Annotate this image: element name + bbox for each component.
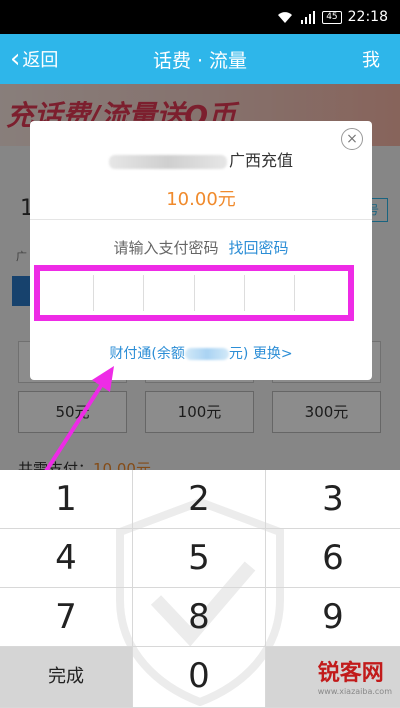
password-digit-cell [244,275,295,311]
payment-method-suffix: 元) [228,346,249,362]
payment-password-dialog: × 广西充值 10.00元 请输入支付密码 找回密码 财付通(余额 元) 更换> [30,121,372,380]
password-digit-cell [194,275,245,311]
password-prompt-row: 请输入支付密码 找回密码 [30,237,372,258]
app-header: ‹ 返回 话费 · 流量 我 [0,34,400,84]
payment-method-prefix: 财付通(余额 [109,346,185,362]
chevron-left-icon: ‹ [10,44,21,74]
password-digit-cell [44,275,95,311]
merchant-row: 广西充值 [30,147,372,171]
password-prompt: 请输入支付密码 [113,239,219,257]
key-1[interactable]: 1 [0,470,133,529]
password-digit-cell [144,275,195,311]
back-label: 返回 [22,50,59,71]
me-button[interactable]: 我 [362,34,380,84]
password-input[interactable] [34,265,354,321]
key-2[interactable]: 2 [133,470,266,529]
signal-icon [301,11,316,24]
forgot-password-link[interactable]: 找回密码 [229,239,289,257]
key-3[interactable]: 3 [266,470,400,529]
watermark-url: www.xiazaiba.com [317,687,392,696]
password-digit-cell [94,275,145,311]
key-0[interactable]: 0 [133,647,266,708]
change-payment-link[interactable]: 更换> [253,346,293,362]
key-7[interactable]: 7 [0,588,133,647]
back-button[interactable]: ‹ 返回 [10,34,58,84]
payment-amount: 10.00元 [166,189,236,210]
payment-method-row[interactable]: 财付通(余额 元) 更换> [30,343,372,363]
key-5[interactable]: 5 [133,529,266,588]
merchant-name: 广西充值 [228,151,293,170]
key-4[interactable]: 4 [0,529,133,588]
site-watermark: 锐客网 www.xiazaiba.com [318,655,392,696]
page-title: 话费 · 流量 [152,49,248,72]
status-bar: 45 22:18 [0,0,400,34]
key-9[interactable]: 9 [266,588,400,647]
blurred-account [108,154,227,169]
divider [30,219,372,220]
clock: 22:18 [347,9,388,25]
key-8[interactable]: 8 [133,588,266,647]
watermark-text: 锐客网 [317,661,384,686]
battery-indicator: 45 [322,10,342,24]
blurred-balance [184,348,229,360]
key-6[interactable]: 6 [266,529,400,588]
done-button[interactable]: 完成 [0,647,133,708]
password-digit-cell [294,275,345,311]
wifi-icon [278,12,293,23]
